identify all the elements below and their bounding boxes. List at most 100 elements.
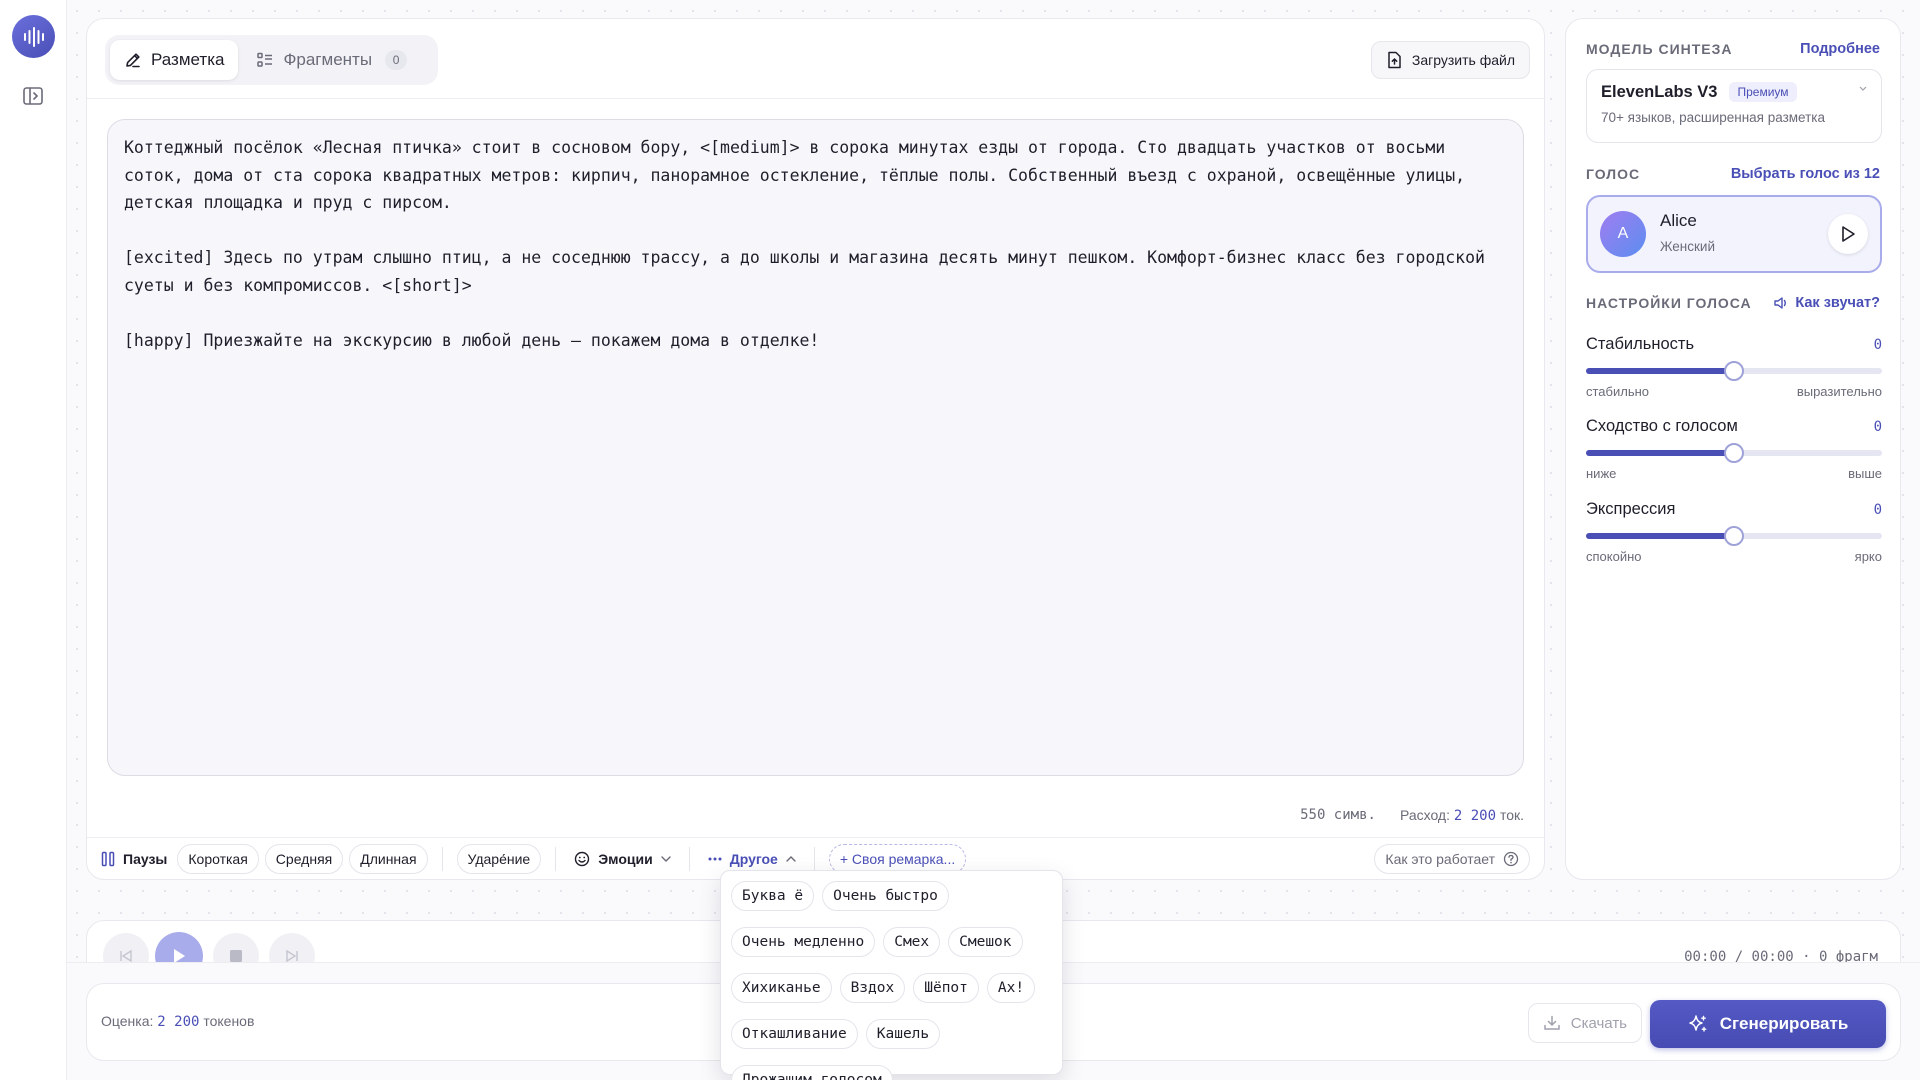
tab-markup-label: Разметка <box>151 50 225 69</box>
slider-thumb[interactable] <box>1724 443 1744 463</box>
pause-medium-chip[interactable]: Средняя <box>264 843 344 874</box>
menu-item-tag[interactable]: Дрожащим голосом <box>731 1065 893 1080</box>
skip-forward-icon <box>286 949 298 963</box>
slider-value: 0 <box>1873 501 1882 518</box>
voice-avatar: A <box>1600 211 1646 257</box>
smile-icon <box>575 851 590 866</box>
pauses-label: Паузы <box>123 850 168 867</box>
tab-fragments-label: Фрагменты <box>283 50 373 69</box>
menu-item-tag[interactable]: Ах! <box>986 973 1036 1003</box>
model-name: ElevenLabs V3 <box>1601 82 1718 101</box>
menu-item-tag[interactable]: Очень быстро <box>822 881 949 911</box>
custom-remark-button[interactable]: + Своя ремарка... <box>828 843 967 874</box>
slider-label: Сходство с голосом <box>1586 417 1738 435</box>
slider-value: 0 <box>1873 418 1882 435</box>
left-rail <box>0 0 67 1080</box>
text-counter: 550 симв. Расход: 2 200 ток. <box>1300 807 1524 824</box>
menu-item-tag[interactable]: Вздох <box>839 973 906 1003</box>
more-dots-icon <box>708 857 722 860</box>
chevron-down-icon <box>661 855 671 862</box>
stress-chip[interactable]: Ударе́ние <box>456 843 542 874</box>
upload-file-button[interactable]: Загрузить файл <box>1370 41 1530 79</box>
generate-label: Сгенерировать <box>1719 1014 1849 1033</box>
how-they-sound-link[interactable]: Как звучат? <box>1773 295 1880 311</box>
slider-thumb[interactable] <box>1724 526 1744 546</box>
download-label: Скачать <box>1570 1014 1627 1032</box>
other-tags-menu: Буква ё Очень быстро Очень медленно Смех… <box>720 870 1063 1080</box>
fragments-count-badge: 0 <box>385 50 408 70</box>
slider-track[interactable] <box>1586 526 1882 546</box>
editor-tabs: Разметка Фрагменты 0 <box>105 35 438 85</box>
menu-item-tag[interactable]: Смешок <box>948 927 1023 957</box>
menu-item-tag[interactable]: Кашель <box>865 1019 941 1049</box>
slider-value: 0 <box>1873 336 1882 353</box>
tab-markup[interactable]: Разметка <box>110 40 239 80</box>
pause-short-chip[interactable]: Короткая <box>177 843 259 874</box>
tab-fragments[interactable]: Фрагменты 0 <box>242 40 421 80</box>
cost-label: Расход: <box>1399 807 1450 823</box>
pencil-icon <box>126 53 140 68</box>
model-name-row: ElevenLabs V3 Премиум <box>1601 82 1867 102</box>
download-button[interactable]: Скачать <box>1527 1003 1642 1043</box>
model-selector[interactable]: ElevenLabs V3 Премиум 70+ языков, расшир… <box>1586 69 1882 143</box>
model-details-link[interactable]: Подробнее <box>1800 41 1880 57</box>
menu-item-tag[interactable]: Буква ё <box>731 881 815 911</box>
other-label: Другое <box>729 850 778 867</box>
slider-max-label: выше <box>1848 466 1882 481</box>
editor-divider <box>87 98 1544 99</box>
text-paragraph: [excited] Здесь по утрам слышно птиц, а … <box>124 248 1485 295</box>
settings-panel: Модель синтеза Подробнее ElevenLabs V3 П… <box>1565 18 1901 880</box>
token-estimate: Оценка: 2 200 токенов <box>101 1013 254 1030</box>
model-description: 70+ языков, расширенная разметка <box>1601 110 1826 125</box>
chevron-down-icon <box>1859 86 1867 91</box>
slider-min-label: спокойно <box>1586 549 1642 564</box>
slider-fill <box>1586 450 1734 456</box>
slider-stability: Стабильность 0 стабильно выразительно <box>1586 335 1882 399</box>
stop-icon <box>230 950 242 962</box>
generate-button[interactable]: Сгенерировать <box>1650 1000 1886 1048</box>
emotions-dropdown[interactable]: Эмоции <box>570 851 675 867</box>
text-paragraph: Коттеджный посёлок «Лесная птичка» стоит… <box>124 138 1466 212</box>
toolbar-divider <box>555 846 557 871</box>
slider-similarity: Сходство с голосом 0 ниже выше <box>1586 417 1882 481</box>
speaker-icon <box>1774 297 1787 309</box>
sparkle-icon <box>1688 1015 1707 1032</box>
slider-track[interactable] <box>1586 361 1882 381</box>
selected-voice-card[interactable]: A Alice Женский <box>1586 195 1882 273</box>
how-it-works-button[interactable]: Как это работает <box>1374 843 1530 874</box>
estimate-label: Оценка: <box>101 1013 154 1029</box>
slider-thumb[interactable] <box>1724 361 1744 381</box>
cost-unit: ток. <box>1499 807 1524 823</box>
emotions-label: Эмоции <box>598 850 653 867</box>
toolbar-divider <box>688 846 690 871</box>
voice-section-title: Голос <box>1586 166 1641 182</box>
how-it-works-label: Как это работает <box>1385 850 1495 867</box>
script-text-area[interactable]: Коттеджный посёлок «Лесная птичка» стоит… <box>107 119 1524 776</box>
cost-value: 2 200 <box>1453 808 1497 824</box>
choose-voice-link[interactable]: Выбрать голос из 12 <box>1731 166 1880 182</box>
voice-preview-play-button[interactable] <box>1828 214 1868 254</box>
text-paragraph: [happy] Приезжайте на экскурсию в любой … <box>124 330 820 350</box>
menu-item-tag[interactable]: Шёпот <box>913 973 979 1003</box>
sidebar-toggle-icon[interactable] <box>22 85 44 107</box>
voice-name: Alice <box>1660 211 1697 230</box>
menu-item-tag[interactable]: Смех <box>883 927 941 957</box>
upload-file-label: Загрузить файл <box>1411 52 1515 68</box>
slider-track[interactable] <box>1586 443 1882 463</box>
premium-badge: Премиум <box>1729 82 1797 102</box>
other-dropdown[interactable]: Другое <box>704 851 800 867</box>
char-count: 550 симв. <box>1300 807 1376 823</box>
pauses-group: Паузы <box>101 851 167 867</box>
pause-long-chip[interactable]: Длинная <box>349 843 428 874</box>
menu-item-tag[interactable]: Очень медленно <box>731 927 876 957</box>
pause-icon <box>101 851 115 866</box>
toolbar-divider <box>813 846 815 871</box>
menu-item-tag[interactable]: Хихиканье <box>731 973 832 1003</box>
menu-item-tag[interactable]: Откашливание <box>731 1019 858 1049</box>
slider-fill <box>1586 368 1734 374</box>
cost-readout: Расход: 2 200 ток. <box>1400 807 1524 824</box>
app-logo-waveform-icon[interactable] <box>12 15 55 58</box>
estimate-unit: токенов <box>203 1013 255 1029</box>
slider-min-label: стабильно <box>1586 384 1650 399</box>
list-icon <box>257 52 273 67</box>
